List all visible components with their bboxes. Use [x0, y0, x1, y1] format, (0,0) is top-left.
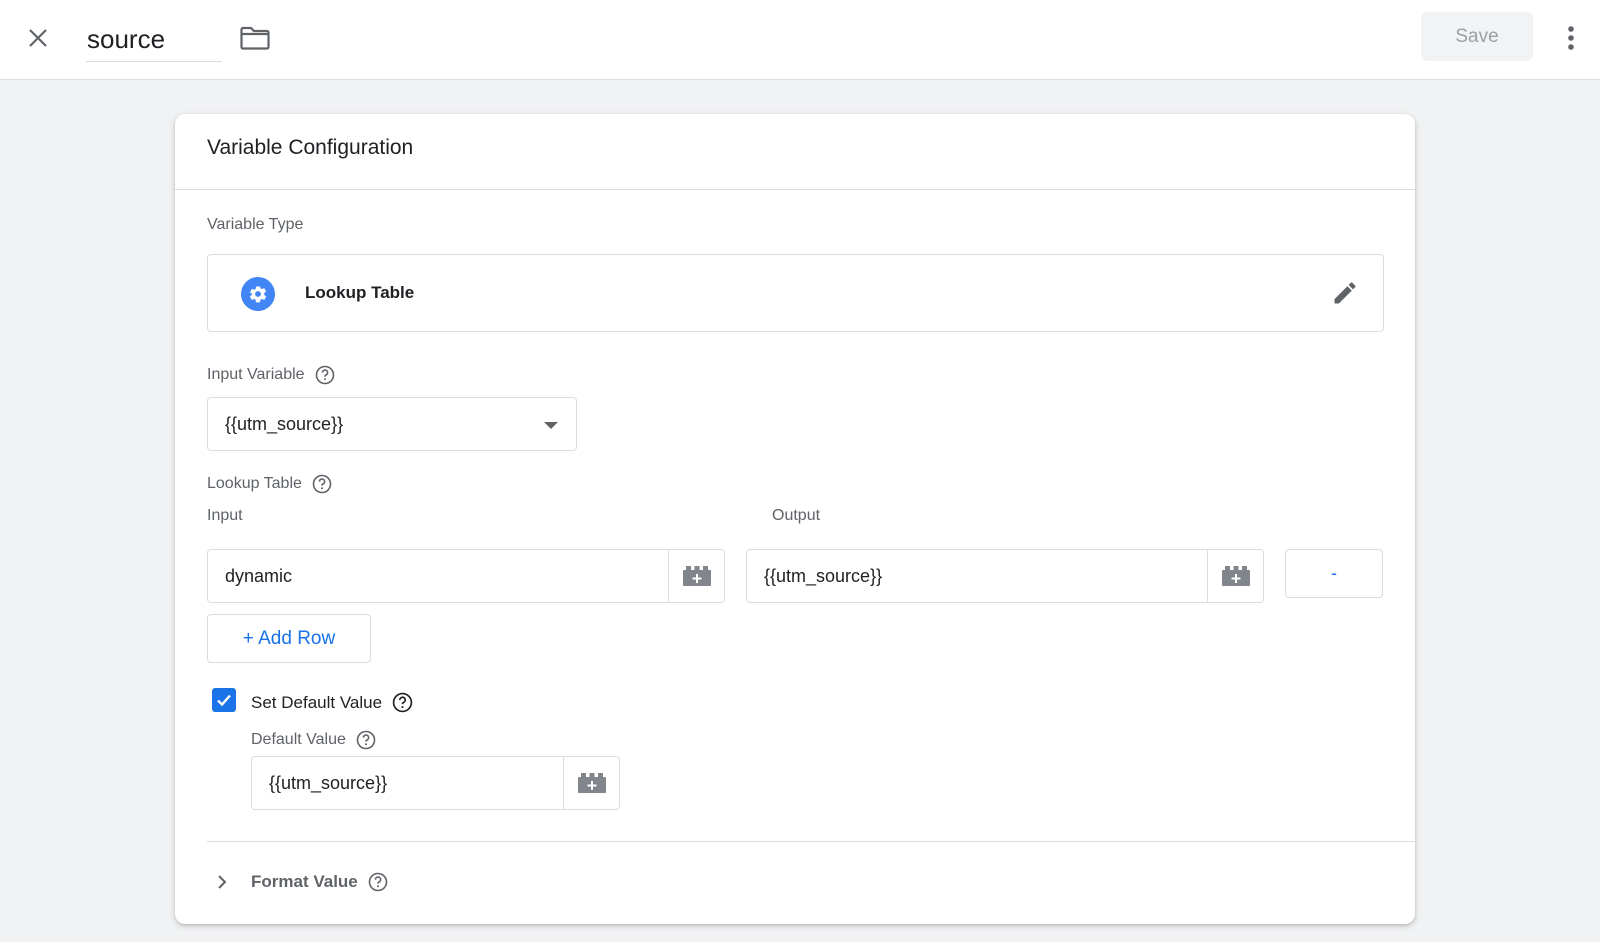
- default-value-label: Default Value: [251, 730, 376, 750]
- format-value-label: Format Value: [251, 872, 358, 891]
- folder-icon: [240, 26, 270, 50]
- variable-name-input[interactable]: source: [86, 20, 222, 62]
- default-value-value: {{utm_source}}: [269, 773, 388, 793]
- brick-plus-icon: [1221, 566, 1250, 586]
- lookup-table-label: Lookup Table: [207, 474, 332, 494]
- gear-icon: [241, 277, 275, 311]
- top-bar: source Save: [0, 0, 1600, 80]
- chevron-right-icon: [218, 875, 227, 889]
- default-value-label-text: Default Value: [251, 731, 346, 748]
- input-variable-select[interactable]: {{utm_source}}: [207, 397, 577, 451]
- help-icon[interactable]: [315, 365, 335, 385]
- help-icon[interactable]: [356, 730, 376, 750]
- lookup-input-value: dynamic: [225, 566, 293, 586]
- set-default-value-label: Set Default Value: [251, 692, 413, 713]
- input-variable-label: Input Variable: [207, 365, 335, 385]
- help-icon[interactable]: [392, 692, 413, 713]
- output-variable-picker-button[interactable]: [1207, 550, 1263, 602]
- default-variable-picker-button[interactable]: [563, 757, 619, 809]
- section-divider: [207, 841, 1415, 842]
- pencil-icon[interactable]: [1331, 279, 1359, 312]
- lookup-output-field[interactable]: {{utm_source}}: [746, 549, 1264, 603]
- remove-row-button[interactable]: -: [1285, 549, 1383, 598]
- variable-type-name: Lookup Table: [305, 283, 415, 302]
- variable-type-label: Variable Type: [207, 216, 303, 234]
- more-options-button[interactable]: [1556, 20, 1586, 56]
- variable-type-label-text: Variable Type: [207, 216, 304, 233]
- variable-configuration-card: Variable Configuration Variable Type Loo…: [175, 114, 1415, 924]
- lookup-input-field[interactable]: dynamic: [207, 549, 725, 603]
- folder-button[interactable]: [238, 22, 272, 54]
- card-divider: [175, 189, 1415, 190]
- brick-plus-icon: [682, 566, 711, 586]
- card-title: Variable Configuration: [207, 136, 414, 159]
- input-column-header: Input: [207, 507, 243, 524]
- more-vert-icon: [1568, 26, 1574, 50]
- help-icon[interactable]: [312, 474, 332, 494]
- brick-plus-icon: [577, 773, 606, 793]
- input-variable-value: {{utm_source}}: [225, 414, 344, 434]
- default-value-field[interactable]: {{utm_source}}: [251, 756, 620, 810]
- set-default-value-text: Set Default Value: [251, 692, 383, 712]
- variable-type-selector[interactable]: Lookup Table: [207, 254, 1384, 332]
- checkmark-icon: [217, 694, 231, 707]
- chevron-down-icon: [544, 422, 558, 429]
- help-icon[interactable]: [368, 872, 388, 892]
- close-button[interactable]: [22, 22, 54, 54]
- output-column-header: Output: [772, 507, 821, 524]
- lookup-output-value: {{utm_source}}: [764, 566, 883, 586]
- set-default-value-checkbox[interactable]: [212, 688, 236, 712]
- save-button[interactable]: Save: [1421, 12, 1533, 61]
- input-variable-label-text: Input Variable: [207, 366, 305, 383]
- input-variable-picker-button[interactable]: [668, 550, 724, 602]
- format-value-toggle[interactable]: Format Value: [215, 867, 388, 897]
- lookup-table-label-text: Lookup Table: [207, 475, 302, 492]
- close-icon: [29, 29, 47, 47]
- add-row-button[interactable]: + Add Row: [207, 614, 371, 663]
